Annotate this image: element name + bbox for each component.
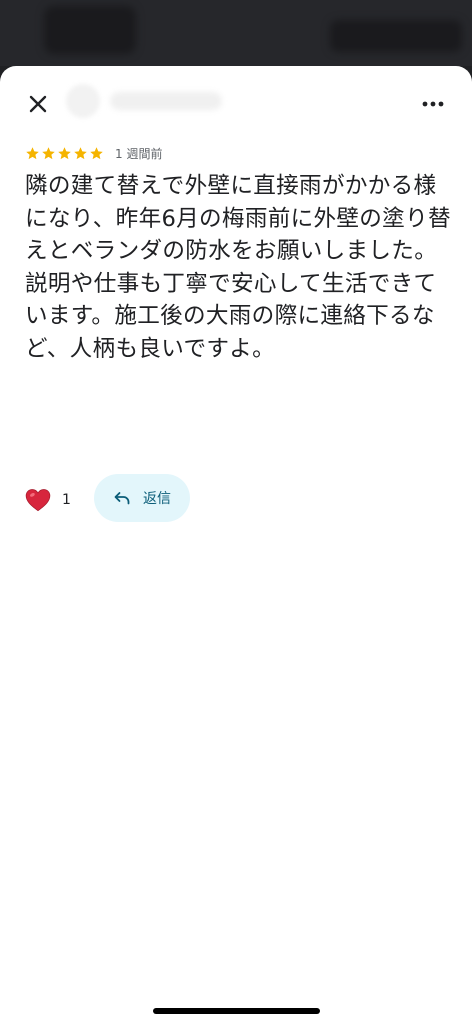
reviewer-avatar[interactable] xyxy=(66,84,100,118)
star-rating xyxy=(25,146,104,161)
blurred-content xyxy=(44,6,136,54)
star-icon xyxy=(74,146,87,159)
like-button[interactable]: 1 xyxy=(24,486,71,514)
background-app-header xyxy=(0,0,472,66)
star-icon xyxy=(26,146,39,159)
review-actions: 1 返信 xyxy=(0,474,472,522)
star-icon xyxy=(90,146,103,159)
more-options-button[interactable] xyxy=(416,88,450,120)
blurred-content xyxy=(330,20,462,52)
review-text: 隣の建て替えで外壁に直接雨がかかる様になり、昨年6月の梅雨前に外壁の塗り替えとベ… xyxy=(25,173,451,362)
home-indicator[interactable] xyxy=(153,1008,320,1014)
star-icon xyxy=(58,146,71,159)
reviewer-name-redacted[interactable] xyxy=(110,92,222,110)
more-vert-icon xyxy=(422,101,444,107)
close-button[interactable] xyxy=(22,88,54,120)
reply-label: 返信 xyxy=(143,491,171,507)
heart-icon xyxy=(25,489,51,512)
reply-button[interactable]: 返信 xyxy=(94,474,190,522)
sheet-header xyxy=(0,66,472,142)
rating-row: 1 週間前 xyxy=(25,144,162,162)
close-icon xyxy=(29,95,47,113)
reply-icon xyxy=(114,492,130,505)
like-count: 1 xyxy=(62,492,71,508)
star-icon xyxy=(42,146,55,159)
review-timestamp: 1 週間前 xyxy=(115,146,163,161)
review-sheet: 1 週間前 隣の建て替えで外壁に直接雨がかかる様になり、昨年6月の梅雨前に外壁の… xyxy=(0,66,472,1024)
